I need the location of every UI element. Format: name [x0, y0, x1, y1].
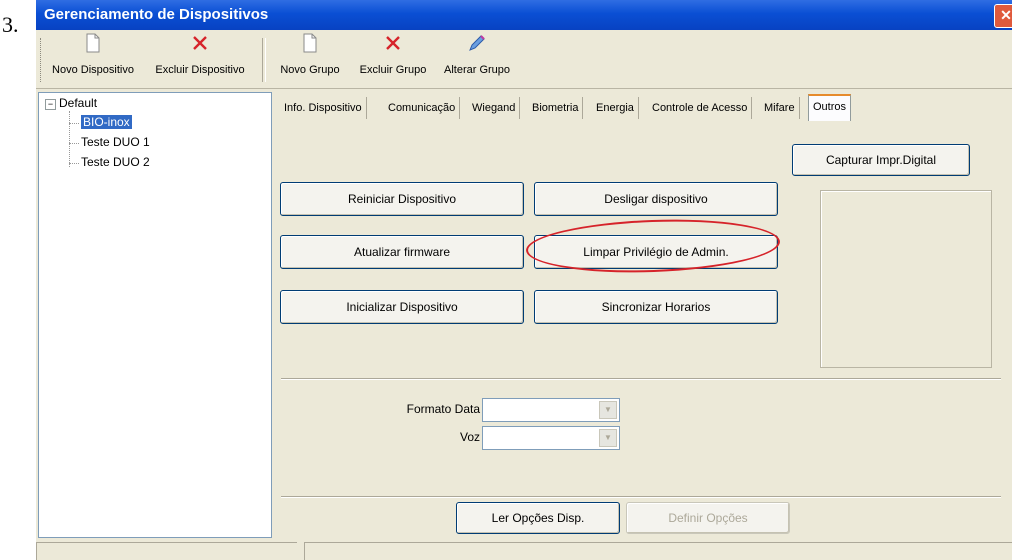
toolbar: Novo Dispositivo Excluir Dispositivo Nov…	[36, 30, 1012, 89]
chevron-down-icon[interactable]: ▼	[599, 401, 617, 419]
read-options-button[interactable]: Ler Opções Disp.	[456, 502, 620, 534]
voice-select[interactable]: ▼	[482, 426, 620, 450]
edit-group-label: Alterar Grupo	[443, 64, 511, 76]
delete-group-label: Excluir Grupo	[359, 64, 427, 76]
toolbar-grip	[40, 38, 44, 82]
date-format-label: Formato Data	[406, 402, 480, 416]
chevron-down-icon[interactable]: ▼	[599, 429, 617, 447]
tab-controle-de-acesso[interactable]: Controle de Acesso	[648, 97, 753, 119]
initialize-device-button[interactable]: Inicializar Dispositivo	[280, 290, 524, 324]
set-options-button: Definir Opções	[626, 502, 790, 534]
sync-time-button[interactable]: Sincronizar Horarios	[534, 290, 778, 324]
tree-connector	[69, 163, 79, 164]
delete-x-icon	[386, 36, 400, 50]
delete-device-button[interactable]: Excluir Dispositivo	[142, 30, 258, 82]
delete-group-button[interactable]: Excluir Grupo	[352, 30, 434, 82]
new-device-button[interactable]: Novo Dispositivo	[46, 30, 140, 82]
new-group-label: Novo Grupo	[280, 64, 340, 76]
tab-biometria[interactable]: Biometria	[528, 97, 584, 119]
tab-energia[interactable]: Energia	[592, 97, 639, 119]
toolbar-separator	[262, 38, 266, 82]
collapse-toggle[interactable]: −	[45, 99, 56, 110]
tab-outros[interactable]: Outros	[808, 94, 852, 121]
title-bar: Gerenciamento de Dispositivos ✕	[36, 0, 1012, 30]
tab-info-dispositivo[interactable]: Info. Dispositivo	[280, 97, 367, 119]
voice-label: Voz	[459, 430, 480, 444]
new-document-icon	[86, 33, 100, 53]
new-document-icon	[303, 33, 317, 53]
capture-fingerprint-button[interactable]: Capturar Impr.Digital	[792, 144, 970, 176]
tree-item-bio-inox[interactable]: BIO-inox	[81, 115, 132, 129]
tree-connector	[69, 143, 79, 144]
status-bar-pane	[36, 542, 297, 560]
edit-group-button[interactable]: Alterar Grupo	[436, 30, 518, 82]
new-device-label: Novo Dispositivo	[52, 64, 134, 76]
date-format-select[interactable]: ▼	[482, 398, 620, 422]
restart-device-button[interactable]: Reiniciar Dispositivo	[280, 182, 524, 216]
tab-comunicacao[interactable]: Comunicação	[384, 97, 461, 119]
update-firmware-button[interactable]: Atualizar firmware	[280, 235, 524, 269]
divider	[281, 378, 1001, 380]
tree-item-teste-duo-2[interactable]: Teste DUO 2	[81, 155, 150, 169]
clear-admin-privilege-button[interactable]: Limpar Privilégio de Admin.	[534, 235, 778, 269]
device-tree: − Default BIO-inox Teste DUO 1 Teste DUO…	[38, 92, 272, 538]
tab-strip: Info. Dispositivo Comunicação Wiegand Bi…	[280, 94, 956, 121]
status-bar-pane	[304, 542, 1012, 560]
delete-x-icon	[193, 36, 207, 50]
close-button[interactable]: ✕	[994, 4, 1012, 28]
tree-item-teste-duo-1[interactable]: Teste DUO 1	[81, 135, 150, 149]
shutdown-device-button[interactable]: Desligar dispositivo	[534, 182, 778, 216]
new-group-button[interactable]: Novo Grupo	[270, 30, 350, 82]
tree-root-default[interactable]: Default	[59, 96, 97, 110]
delete-device-label: Excluir Dispositivo	[155, 64, 245, 76]
tree-connector	[69, 111, 70, 167]
device-management-window: Gerenciamento de Dispositivos ✕ Novo Dis…	[36, 0, 1012, 560]
window-title: Gerenciamento de Dispositivos	[44, 6, 269, 23]
tab-wiegand[interactable]: Wiegand	[468, 97, 521, 119]
fingerprint-preview-box	[820, 190, 992, 368]
pencil-icon	[469, 35, 485, 51]
step-number: 3.	[2, 12, 19, 37]
tree-connector	[69, 123, 79, 124]
divider	[281, 496, 1001, 498]
tab-mifare[interactable]: Mifare	[760, 97, 800, 119]
